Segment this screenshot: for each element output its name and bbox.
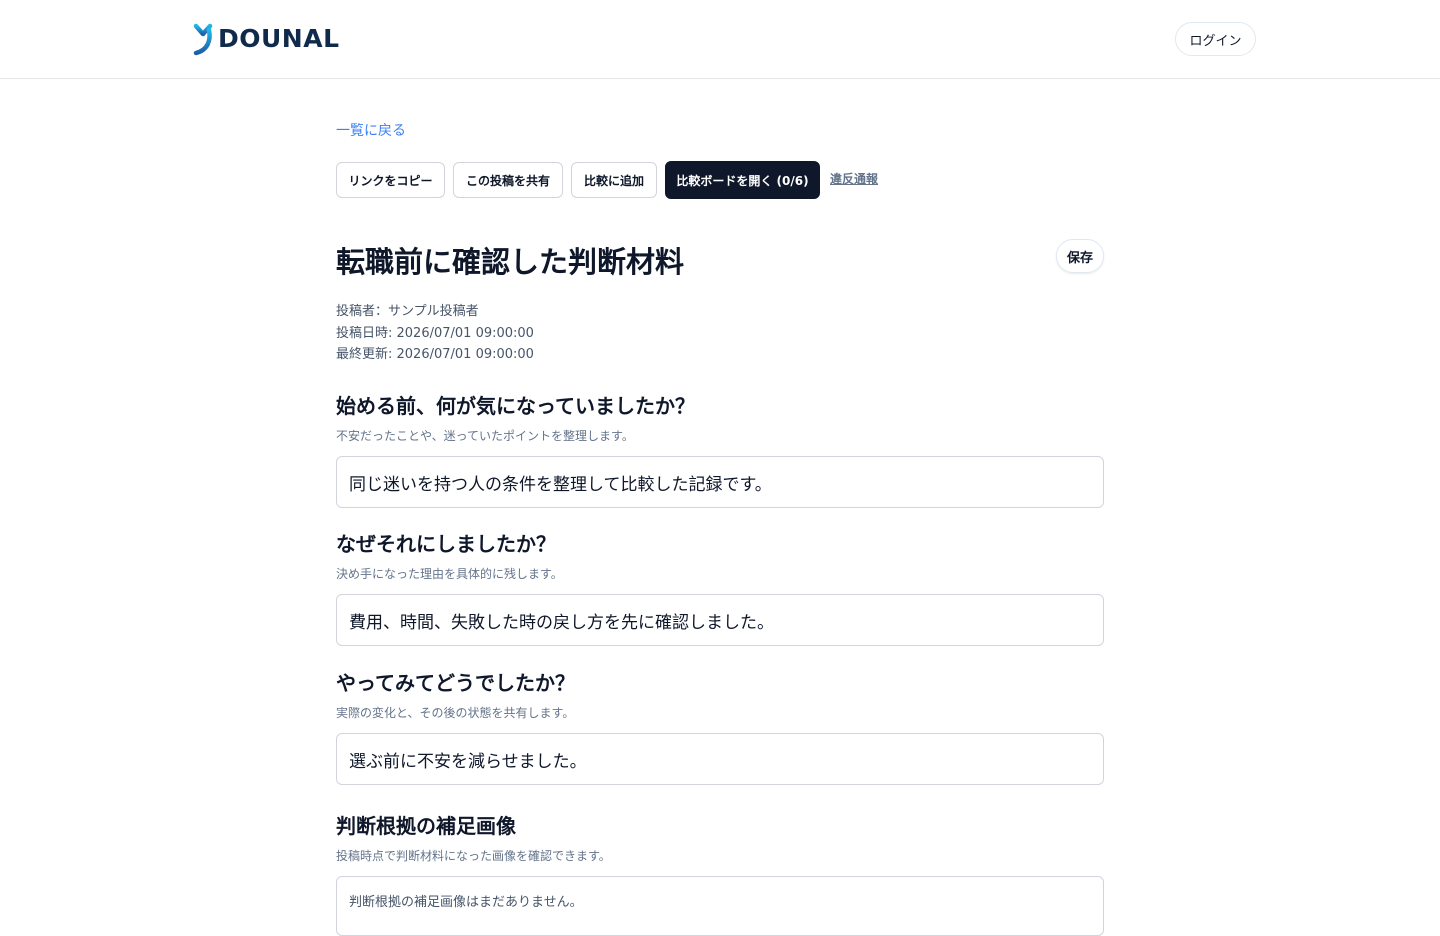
post-date: 投稿日時: 2026/07/01 09:00:00 (336, 325, 534, 341)
section-reason: なぜそれにしましたか？ 決め手になった理由を具体的に残します。 費用、時間、失敗… (336, 528, 1104, 646)
post-meta: 投稿者：サンプル投稿者 投稿日時: 2026/07/01 09:00:00 最終… (336, 301, 534, 366)
section-answer: 選ぶ前に不安を減らせました。 (336, 733, 1104, 785)
section-answer: 同じ迷いを持つ人の条件を整理して比較した記録です。 (336, 456, 1104, 508)
logo-text: DOUNAL (218, 24, 340, 53)
share-post-button[interactable]: この投稿を共有 (453, 162, 563, 198)
section-title: 判断根拠の補足画像 (336, 814, 516, 838)
section-title: なぜそれにしましたか？ (336, 532, 556, 556)
section-subtitle: 投稿時点で判断材料になった画像を確認できます。 (336, 849, 611, 863)
section-concerns: 始める前、何が気になっていましたか？ 不安だったことや、迷っていたポイントを整理… (336, 390, 1104, 508)
section-subtitle: 不安だったことや、迷っていたポイントを整理します。 (336, 429, 634, 443)
dounal-logo-icon (193, 23, 213, 56)
report-violation-link[interactable]: 違反通報 (830, 170, 878, 187)
images-empty-state: 判断根拠の補足画像はまだありません。 (336, 876, 1104, 936)
add-to-compare-button[interactable]: 比較に追加 (571, 162, 657, 198)
section-supporting-images: 判断根拠の補足画像 投稿時点で判断材料になった画像を確認できます。 判断根拠の補… (336, 810, 1104, 936)
section-title: 始める前、何が気になっていましたか？ (336, 394, 695, 418)
login-button[interactable]: ログイン (1175, 22, 1256, 56)
back-to-list-link[interactable]: 一覧に戻る (336, 120, 406, 140)
action-bar: リンクをコピー この投稿を共有 比較に追加 比較ボードを開く (0/6) 違反通… (336, 161, 1104, 199)
section-answer: 費用、時間、失敗した時の戻し方を先に確認しました。 (336, 594, 1104, 646)
section-subtitle: 実際の変化と、その後の状態を共有します。 (336, 706, 575, 720)
section-result: やってみてどうでしたか？ 実際の変化と、その後の状態を共有します。 選ぶ前に不安… (336, 667, 1104, 785)
copy-link-button[interactable]: リンクをコピー (336, 162, 445, 198)
section-title: やってみてどうでしたか？ (336, 671, 575, 695)
site-header: DOUNAL ログイン (0, 0, 1440, 79)
open-compare-board-button[interactable]: 比較ボードを開く (0/6) (665, 161, 820, 199)
post-title: 転職前に確認した判断材料 (336, 245, 685, 279)
section-subtitle: 決め手になった理由を具体的に残します。 (336, 567, 563, 581)
save-button[interactable]: 保存 (1056, 239, 1104, 273)
logo[interactable]: DOUNAL (190, 22, 340, 56)
post-updated: 最終更新: 2026/07/01 09:00:00 (336, 347, 534, 362)
post-author: 投稿者：サンプル投稿者 (336, 304, 479, 319)
